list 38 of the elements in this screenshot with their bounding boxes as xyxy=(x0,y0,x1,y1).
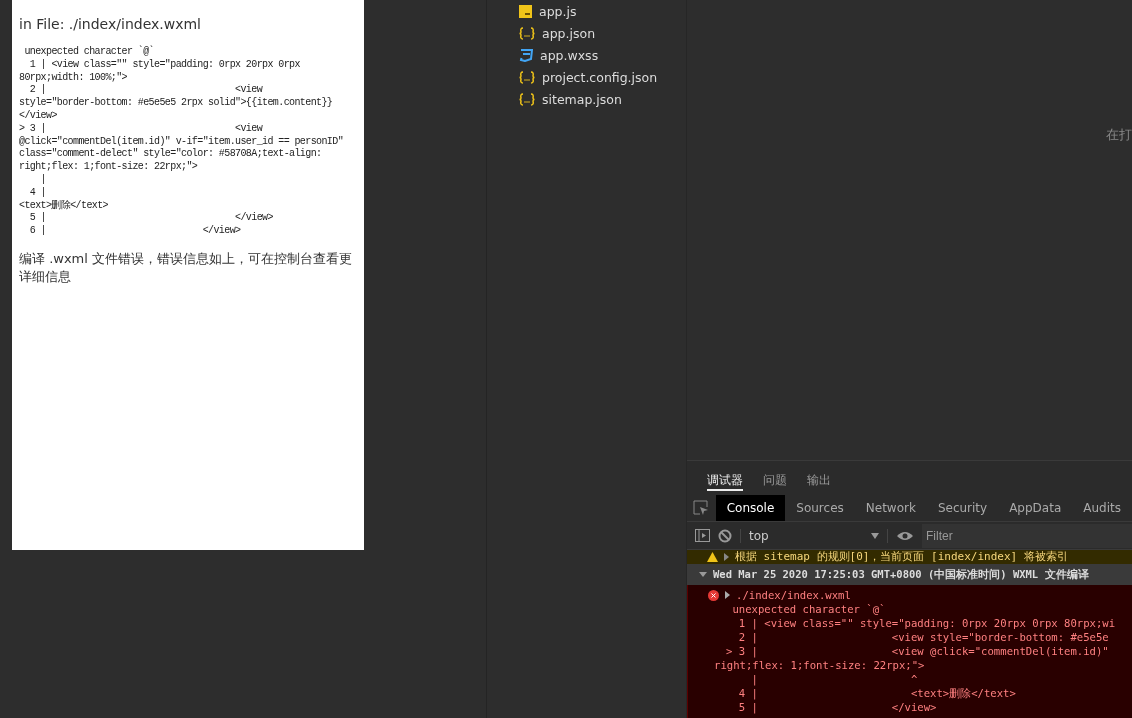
compile-error-message: 编译 .wxml 文件错误，错误信息如上，可在控制台查看更详细信息 xyxy=(19,249,353,286)
devtools-tab[interactable]: Audits xyxy=(1072,495,1132,521)
panel-tab[interactable]: 输出 xyxy=(807,469,831,491)
panel-tab[interactable]: 问题 xyxy=(763,469,787,491)
devtools-tab[interactable]: Sources xyxy=(785,495,855,521)
devtools-tab[interactable]: Security xyxy=(926,495,999,521)
devtools-tab[interactable]: AppData xyxy=(998,495,1073,521)
braces-icon xyxy=(519,70,535,84)
file-tree-item[interactable]: app.json xyxy=(519,22,686,44)
devtools-tab[interactable]: Console xyxy=(715,495,786,521)
braces-icon xyxy=(519,92,535,106)
error-icon xyxy=(708,589,719,601)
inspect-icon[interactable] xyxy=(693,500,708,516)
file-tree-item[interactable]: sitemap.json xyxy=(519,88,686,110)
sidebar-toggle-icon[interactable] xyxy=(695,529,710,542)
context-select[interactable]: top xyxy=(740,528,888,543)
panel-tab[interactable]: 调试器 xyxy=(707,469,743,491)
expand-arrow-icon[interactable] xyxy=(724,553,729,561)
error-file-path: in File: ./index/index.wxml xyxy=(19,16,202,32)
file-tree-item[interactable]: app.wxss xyxy=(519,44,686,66)
warning-icon xyxy=(707,552,718,562)
file-tree-item[interactable]: project.config.json xyxy=(519,66,686,88)
file-tree-item[interactable]: app.js xyxy=(519,0,686,22)
expand-arrow-icon[interactable] xyxy=(725,591,730,599)
console-error-entry: ./index/index.wxml unexpected character `@` 1 | <view class="" style="padding: 0rpx 20rpx 0rpx 80rpx;wi 2 | <view style="border-bottom: #e5e5e > 3 | <view @click="commentDel(item.id)" right;flex: 1;font-size: 22rpx;"> | ^ 4 | <text>删除</text> 5 | </view> xyxy=(687,585,1132,718)
braces-icon xyxy=(519,26,535,40)
error-code-listing: unexpected character `@` 1 | <view class="" style="padding: 0rpx 20rpx 0rpx 80rpx;width: 100%;"> 2 | <view style="border-bottom: #e5e5e5 2rpx solid">{{item.content}} </view> > 3 | <view @click="commentDel(item.id)" v-if="item.user_id == personID" class="comment-delect" style="color: #58708A;text-align: right;flex: 1;font-size: 22rpx;"> | 4 | <text>删除</text> 5 | </view> 6 | </view> xyxy=(19,46,345,238)
console-group-header[interactable]: Wed Mar 25 2020 17:25:03 GMT+0800 (中国标准时间) WXML 文件编译 xyxy=(687,564,1132,585)
clear-icon[interactable] xyxy=(718,528,732,543)
css-file-icon xyxy=(519,48,533,62)
devtools-tab[interactable]: Network xyxy=(854,495,927,521)
collapse-arrow-icon[interactable] xyxy=(699,572,707,577)
js-file-icon xyxy=(519,4,532,18)
eye-icon[interactable] xyxy=(896,529,914,542)
dropdown-caret-icon xyxy=(871,532,879,539)
filter-field[interactable]: Filter xyxy=(922,523,1132,548)
editor-hint-text: 在打 xyxy=(1106,126,1132,143)
warning-message: 根据 sitemap 的规则[0]，当前页面 [index/index] 将被索引 xyxy=(687,550,1132,564)
